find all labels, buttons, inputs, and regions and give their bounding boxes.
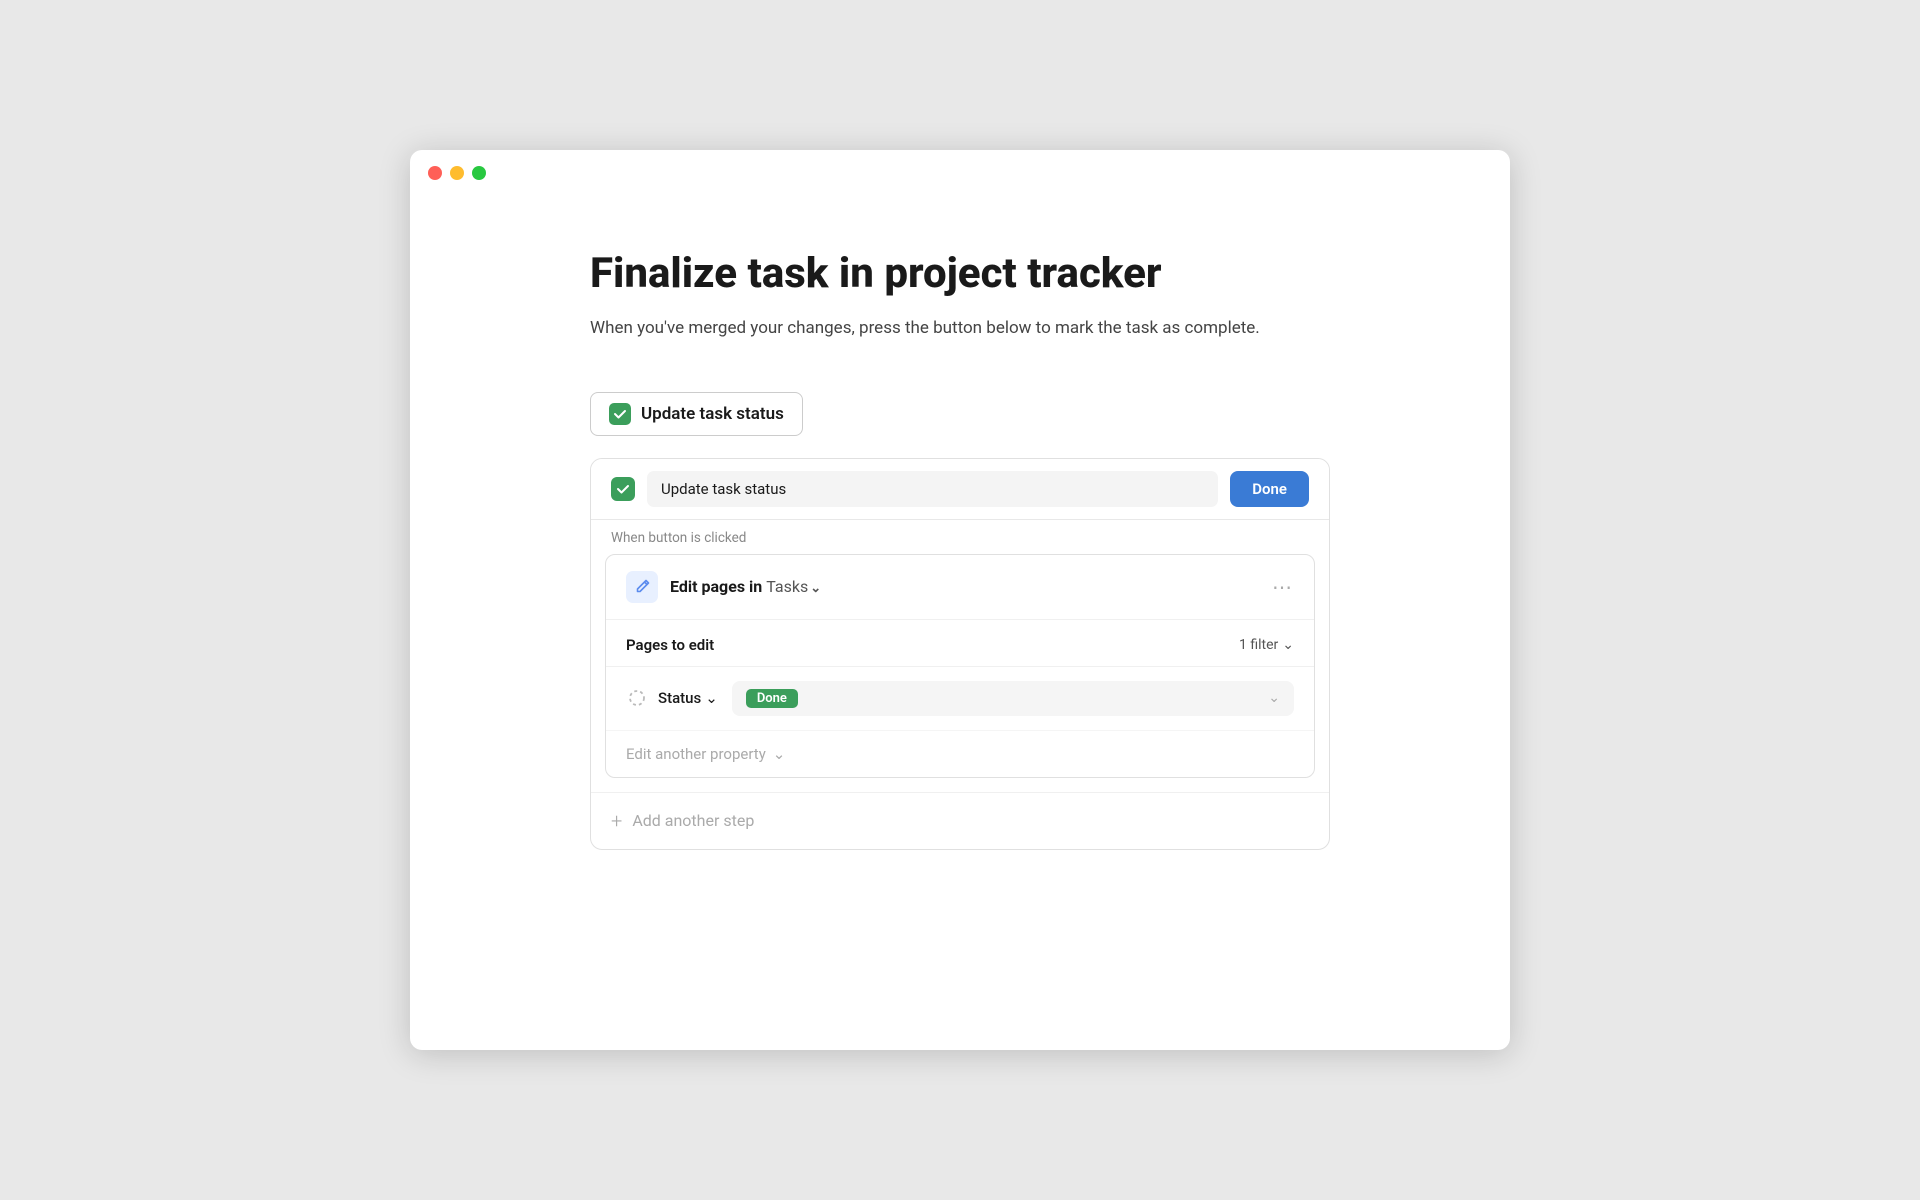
page-title: Finalize task in project tracker [590, 250, 1330, 298]
minimize-button[interactable] [450, 166, 464, 180]
maximize-button[interactable] [472, 166, 486, 180]
action-input[interactable] [647, 471, 1218, 507]
edit-step-card: Edit pages in Tasks⌄ ⋯ Pages to edit 1 f… [605, 554, 1315, 778]
pages-to-edit-section: Pages to edit 1 filter ⌄ [606, 620, 1314, 667]
status-chevron-icon: ⌄ [705, 689, 718, 707]
status-spinner-icon [626, 687, 648, 709]
edit-step-title: Edit pages in Tasks⌄ [670, 577, 821, 596]
update-button-label: Update task status [641, 404, 784, 424]
status-value-select[interactable]: Done ⌄ [732, 681, 1294, 716]
page-description: When you've merged your changes, press t… [590, 316, 1330, 342]
titlebar [410, 150, 1510, 190]
app-window: Finalize task in project tracker When yo… [410, 150, 1510, 1050]
select-chevron-icon: ⌄ [1268, 690, 1280, 706]
more-options-button[interactable]: ⋯ [1272, 577, 1294, 597]
plus-icon: + [611, 809, 622, 833]
edit-step-header: Edit pages in Tasks⌄ ⋯ [606, 555, 1314, 620]
when-label: When button is clicked [591, 520, 1329, 554]
main-card: Done When button is clicked [590, 458, 1330, 850]
done-button[interactable]: Done [1230, 471, 1309, 507]
close-button[interactable] [428, 166, 442, 180]
status-row: Status ⌄ Done ⌄ [606, 667, 1314, 731]
filter-button[interactable]: 1 filter ⌄ [1239, 637, 1294, 653]
status-label-button[interactable]: Status ⌄ [658, 689, 718, 707]
edit-another-property-row[interactable]: Edit another property ⌄ [606, 731, 1314, 777]
edit-another-chevron-icon: ⌄ [773, 745, 786, 763]
db-chevron-icon[interactable]: ⌄ [810, 581, 821, 596]
edit-step-header-left: Edit pages in Tasks⌄ [626, 571, 1260, 603]
page-content: Finalize task in project tracker When yo… [410, 190, 1510, 930]
action-bar-checkbox[interactable] [611, 477, 635, 501]
action-bar: Done [591, 459, 1329, 520]
add-another-step-button[interactable]: + Add another step [591, 792, 1329, 849]
filter-chevron-icon: ⌄ [1282, 637, 1294, 653]
status-done-badge: Done [746, 689, 798, 708]
checkbox-checked-icon [609, 403, 631, 425]
update-task-status-button[interactable]: Update task status [590, 392, 803, 436]
edit-icon-box [626, 571, 658, 603]
pages-to-edit-label: Pages to edit [626, 636, 714, 654]
